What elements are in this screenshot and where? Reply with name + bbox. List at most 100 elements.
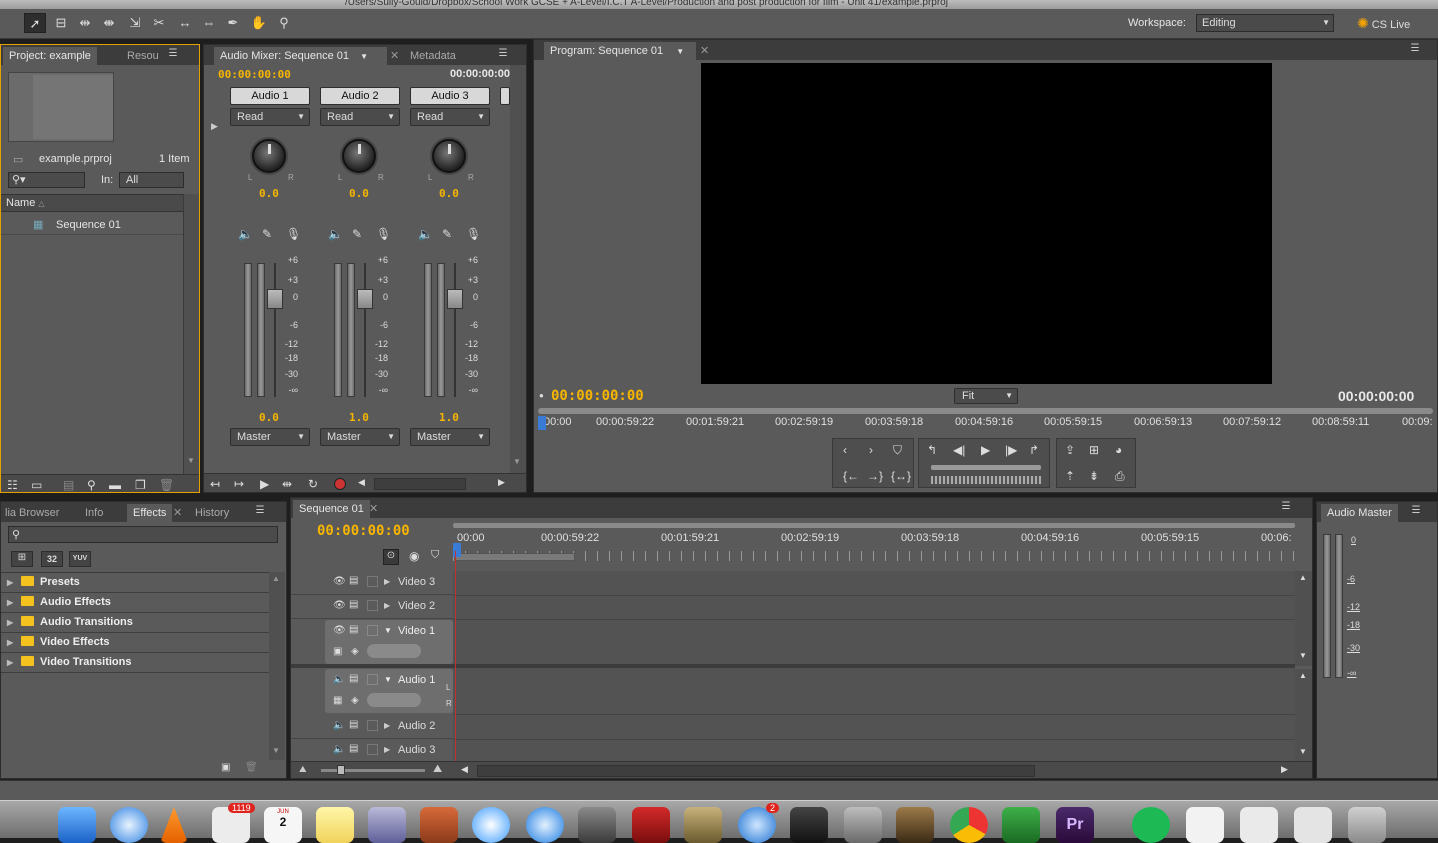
- cs-live-button[interactable]: ✺ CS Live: [1357, 15, 1410, 32]
- prev-marker-icon[interactable]: ‹: [843, 443, 847, 457]
- panel-menu-icon[interactable]: ☰: [494, 48, 512, 62]
- step-back-icon[interactable]: ◀|: [953, 443, 965, 457]
- mute-speaker-icon[interactable]: 🔈: [418, 227, 433, 241]
- volume-value[interactable]: 1.0: [349, 411, 369, 424]
- in-filter-dropdown[interactable]: All: [119, 172, 184, 188]
- snap-icon[interactable]: ⊙: [383, 549, 399, 565]
- workspace-dropdown[interactable]: Editing ▼: [1196, 14, 1334, 32]
- sync-lock-icon[interactable]: ▤: [349, 743, 358, 754]
- yuv-effects-button[interactable]: YUV: [69, 551, 91, 567]
- mixer-vertical-scrollbar[interactable]: ▼: [510, 65, 526, 473]
- pen-tool-icon[interactable]: ✒: [222, 13, 244, 33]
- play-icon[interactable]: ▶: [260, 477, 269, 491]
- eye-icon[interactable]: 👁: [333, 625, 346, 636]
- automate-icon[interactable]: ▤: [63, 478, 74, 492]
- sync-lock-icon[interactable]: ▤: [349, 575, 358, 586]
- pan-knob[interactable]: [432, 139, 466, 173]
- set-in-icon[interactable]: {←: [843, 469, 859, 483]
- go-to-out-icon[interactable]: ↱: [1029, 443, 1039, 457]
- mute-speaker-icon[interactable]: 🔈: [328, 227, 343, 241]
- scroll-down-icon[interactable]: ▼: [187, 456, 195, 465]
- go-to-in-icon[interactable]: ↤: [210, 477, 220, 491]
- solo-icon[interactable]: ✎: [442, 227, 452, 241]
- hand-tool-icon[interactable]: ✋: [248, 13, 270, 33]
- tab-info[interactable]: Info: [79, 504, 109, 522]
- tab-audio-mixer[interactable]: Audio Mixer: Sequence 01 ▼: [214, 47, 387, 65]
- panel-menu-icon[interactable]: ☰: [1406, 43, 1424, 57]
- track-lock-toggle[interactable]: [367, 720, 378, 731]
- panel-menu-icon[interactable]: ☰: [1277, 501, 1295, 515]
- pan-value[interactable]: 0.0: [259, 187, 279, 200]
- effects-item-video-effects[interactable]: ▶ Video Effects: [1, 633, 269, 653]
- effects-item-audio-transitions[interactable]: ▶ Audio Transitions: [1, 613, 269, 633]
- keyframe-navigator[interactable]: [367, 693, 421, 707]
- automation-mode-dropdown[interactable]: Read ▼: [230, 108, 310, 126]
- selection-tool-icon[interactable]: ➚: [24, 13, 46, 33]
- zoom-in-icon[interactable]: ⛰: [433, 763, 442, 776]
- new-bin-icon[interactable]: ▬: [109, 478, 121, 492]
- track-lock-toggle[interactable]: [367, 744, 378, 755]
- play-icon[interactable]: ▶: [981, 443, 990, 457]
- mixer-horizontal-scrollbar[interactable]: [374, 478, 466, 490]
- close-icon[interactable]: ✕: [390, 49, 399, 62]
- clear-in-out-icon[interactable]: {↔}: [891, 469, 911, 483]
- scroll-down-icon[interactable]: ▼: [1299, 651, 1307, 660]
- solo-icon[interactable]: ✎: [352, 227, 362, 241]
- icon-view-icon[interactable]: ▭: [31, 478, 42, 492]
- expand-track-icon[interactable]: ▶: [384, 601, 390, 610]
- expand-track-icon[interactable]: ▶: [384, 577, 390, 586]
- scroll-right-icon[interactable]: ▶: [498, 477, 505, 488]
- expand-track-icon[interactable]: ▶: [384, 721, 390, 730]
- effects-item-audio-effects[interactable]: ▶ Audio Effects: [1, 593, 269, 613]
- tab-metadata[interactable]: Metadata: [404, 47, 462, 65]
- go-to-out-icon[interactable]: ↦: [234, 477, 244, 491]
- video-tracks-scrollbar[interactable]: ▲ ▼: [1295, 571, 1312, 666]
- track-lock-toggle[interactable]: [367, 625, 378, 636]
- solo-icon[interactable]: ✎: [262, 227, 272, 241]
- play-in-to-out-icon[interactable]: ⇹: [282, 477, 292, 491]
- eye-icon[interactable]: 👁: [333, 600, 346, 611]
- project-list-item[interactable]: ▦ Sequence 01: [1, 215, 183, 235]
- project-scrollbar[interactable]: ▼: [183, 194, 199, 474]
- tab-sequence[interactable]: Sequence 01: [293, 500, 370, 518]
- display-style-icon[interactable]: ▣: [333, 646, 342, 657]
- channel-name-button[interactable]: Audio 1: [230, 87, 310, 105]
- volume-value[interactable]: 1.0: [439, 411, 459, 424]
- effects-item-presets[interactable]: ▶ Presets: [1, 573, 269, 593]
- record-mic-icon[interactable]: 🎙: [376, 227, 391, 241]
- shuttle-slider[interactable]: [931, 465, 1041, 470]
- set-marker-icon[interactable]: ⛉: [431, 549, 439, 562]
- rate-stretch-tool-icon[interactable]: ⇲: [124, 13, 146, 33]
- step-forward-icon[interactable]: |▶: [1005, 443, 1017, 457]
- list-view-icon[interactable]: ☷: [7, 478, 18, 492]
- playhead-icon[interactable]: [538, 416, 546, 430]
- extract-icon[interactable]: ⇟: [1089, 469, 1099, 483]
- scroll-up-icon[interactable]: ▲: [1299, 671, 1307, 680]
- close-icon[interactable]: ✕: [700, 44, 709, 57]
- scroll-up-icon[interactable]: ▲: [1299, 573, 1307, 582]
- zoom-slider-thumb[interactable]: [337, 765, 345, 775]
- pan-knob[interactable]: [342, 139, 376, 173]
- trash-icon[interactable]: 🗑: [245, 762, 258, 773]
- scroll-down-icon[interactable]: ▼: [272, 746, 280, 755]
- panel-menu-icon[interactable]: ☰: [164, 48, 182, 62]
- sync-lock-icon[interactable]: ▤: [349, 624, 358, 635]
- timeline-track-area[interactable]: [453, 551, 1295, 761]
- record-mic-icon[interactable]: 🎙: [466, 227, 481, 241]
- jog-disk[interactable]: [931, 476, 1041, 484]
- new-item-icon[interactable]: ❐: [135, 478, 146, 492]
- track-select-tool-icon[interactable]: ⊟: [50, 13, 72, 33]
- set-encore-marker-icon[interactable]: ◉: [409, 549, 419, 563]
- mixer-timecode-left[interactable]: 00:00:00:00: [218, 68, 291, 81]
- ripple-edit-tool-icon[interactable]: ⇹: [74, 13, 96, 33]
- panel-menu-icon[interactable]: ☰: [1407, 505, 1425, 519]
- lift-out-icon[interactable]: ⇡: [1065, 469, 1075, 483]
- lift-icon[interactable]: ⇪: [1065, 443, 1075, 457]
- go-to-in-icon[interactable]: ↰: [927, 443, 937, 457]
- close-icon[interactable]: ✕: [173, 506, 182, 519]
- sync-lock-icon[interactable]: ▤: [349, 673, 358, 684]
- timeline-zoom-bar[interactable]: [453, 523, 1295, 528]
- sync-lock-icon[interactable]: ▤: [349, 719, 358, 730]
- new-custom-bin-icon[interactable]: ▣: [221, 762, 230, 773]
- sync-lock-icon[interactable]: ▤: [349, 599, 358, 610]
